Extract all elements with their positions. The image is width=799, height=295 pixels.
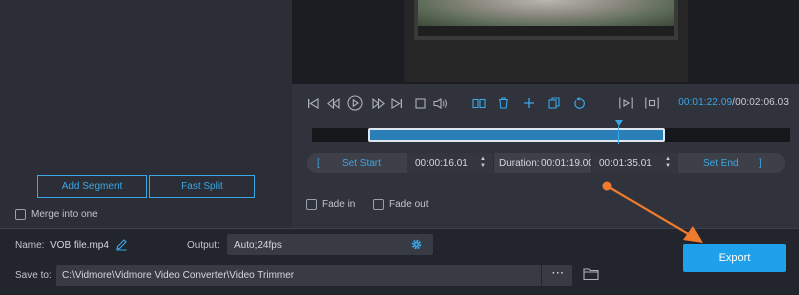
video-inner-frame xyxy=(414,0,678,40)
file-name: VOB file.mp4 xyxy=(50,240,109,251)
end-time-value: 00:01:35.01 xyxy=(599,157,652,169)
browse-button[interactable]: ··· xyxy=(552,268,565,279)
stop-icon[interactable] xyxy=(414,95,426,111)
fade-in-checkbox[interactable]: Fade in xyxy=(306,199,355,210)
start-time-stepper[interactable]: ▲ ▼ xyxy=(479,156,487,170)
settings-gear-icon[interactable] xyxy=(410,238,423,254)
checkbox-box[interactable] xyxy=(15,209,26,220)
copy-segment-icon[interactable] xyxy=(472,95,486,111)
fast-split-button[interactable]: Fast Split xyxy=(149,175,255,198)
fast-forward-icon[interactable] xyxy=(371,95,385,111)
set-start-button[interactable]: Set Start xyxy=(342,153,381,173)
add-icon[interactable] xyxy=(523,95,535,111)
trim-timeline[interactable] xyxy=(312,120,790,144)
reset-icon[interactable] xyxy=(572,95,586,111)
set-start-bracket: [ xyxy=(317,157,320,169)
duration-label: Duration: xyxy=(499,157,540,169)
save-to-label: Save to: xyxy=(15,270,52,281)
segments-panel: Add Segment Fast Split Merge into one xyxy=(0,0,292,228)
time-readout: 00:01:22.09/00:02:06.03 xyxy=(678,97,789,108)
start-time-value: 00:00:16.01 xyxy=(415,157,468,169)
volume-icon[interactable] xyxy=(433,95,449,111)
current-time: 00:01:22.09 xyxy=(678,97,733,108)
playback-controls: 00:01:22.09/00:02:06.03 xyxy=(292,91,799,115)
checkbox-box[interactable] xyxy=(306,199,317,210)
play-icon[interactable] xyxy=(347,95,363,111)
skip-to-start-icon[interactable] xyxy=(306,95,320,111)
duration-value: 00:01:19.00 xyxy=(541,157,594,169)
video-frame xyxy=(404,0,688,82)
add-segment-button[interactable]: Add Segment xyxy=(37,175,147,198)
trim-selection[interactable] xyxy=(368,128,665,142)
video-preview xyxy=(292,0,799,84)
edit-name-icon[interactable] xyxy=(115,238,128,254)
delete-icon[interactable] xyxy=(497,95,509,111)
output-label: Output: xyxy=(187,240,220,251)
merge-into-one-checkbox[interactable]: Merge into one xyxy=(15,209,98,220)
checkbox-box[interactable] xyxy=(373,199,384,210)
video-image xyxy=(418,0,674,26)
playhead-line xyxy=(618,126,619,144)
end-time-stepper[interactable]: ▲ ▼ xyxy=(664,156,672,170)
duplicate-icon[interactable] xyxy=(547,95,561,111)
set-end-button[interactable]: Set End xyxy=(703,153,739,173)
export-button[interactable]: Export xyxy=(683,244,786,272)
open-folder-icon[interactable] xyxy=(583,267,599,284)
save-path: C:\Vidmore\Vidmore Video Converter\Video… xyxy=(62,270,295,281)
set-end-bracket: ] xyxy=(759,157,762,169)
fade-in-label: Fade in xyxy=(322,199,356,210)
playhead-marker[interactable] xyxy=(615,120,623,126)
total-time: 00:02:06.03 xyxy=(735,97,789,108)
fade-out-label: Fade out xyxy=(389,199,429,210)
merge-into-one-label: Merge into one xyxy=(31,209,98,220)
name-label: Name: xyxy=(15,240,45,251)
trim-time-controls: [ Set Start 00:00:16.01 ▲ ▼ Duration: 00:… xyxy=(307,153,785,173)
preview-stop-icon[interactable] xyxy=(645,95,659,111)
fade-out-checkbox[interactable]: Fade out xyxy=(373,199,428,210)
editor-panel: 00:01:22.09/00:02:06.03 [ Set Start 00:0… xyxy=(292,0,799,228)
rewind-icon[interactable] xyxy=(326,95,340,111)
output-value: Auto;24fps xyxy=(234,240,282,251)
preview-segment-icon[interactable] xyxy=(619,95,633,111)
skip-to-end-icon[interactable] xyxy=(390,95,404,111)
